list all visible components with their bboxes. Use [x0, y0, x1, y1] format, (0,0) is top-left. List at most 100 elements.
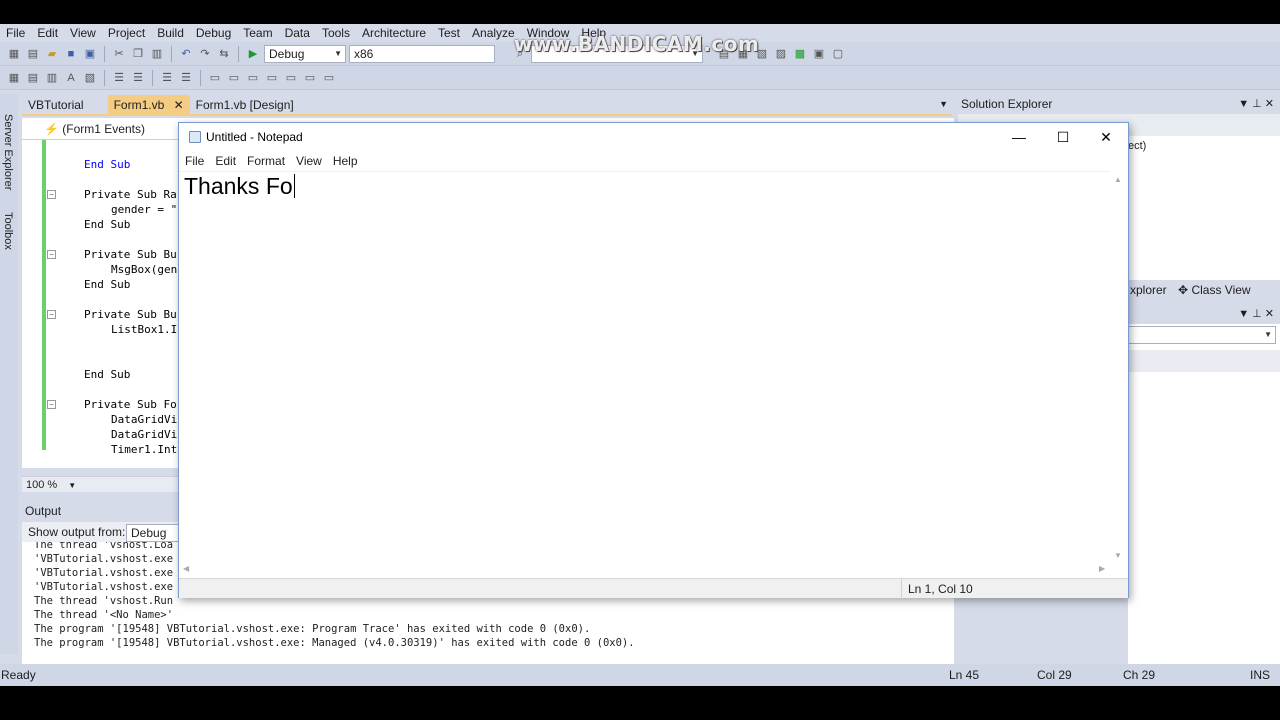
- indent-icon[interactable]: ☰: [130, 70, 146, 86]
- menu-team[interactable]: Team: [237, 26, 278, 40]
- notepad-status-bar: Ln 1, Col 10: [179, 578, 1128, 599]
- start-debugging-icon[interactable]: ▶: [245, 46, 261, 62]
- notepad-window: Untitled - Notepad — ☐ ✕ File Edit Forma…: [178, 122, 1129, 599]
- solution-explorer-title: Solution Explorer ▼ ⊥ ✕: [958, 94, 1280, 114]
- menu-test[interactable]: Test: [432, 26, 466, 40]
- toolbar-icon[interactable]: ▢: [830, 46, 846, 62]
- collapse-icon[interactable]: −: [47, 250, 56, 259]
- toolbar-separator: [152, 69, 153, 86]
- menu-view[interactable]: View: [64, 26, 102, 40]
- bookmark-toggle-icon[interactable]: ▭: [302, 70, 318, 86]
- toolbar-icon[interactable]: ▩: [792, 46, 808, 62]
- new-project-icon[interactable]: ▦: [6, 46, 22, 62]
- chevron-down-icon: ▼: [334, 48, 342, 58]
- toolbar-icon[interactable]: ▣: [811, 46, 827, 62]
- tab-class-view[interactable]: Class View: [1191, 283, 1250, 297]
- bookmark-clear-icon[interactable]: ▭: [283, 70, 299, 86]
- status-ready: Ready: [1, 668, 36, 682]
- collapse-icon[interactable]: −: [47, 310, 56, 319]
- explorer-tab-strip: xplorer ✥ Class View: [1128, 280, 1280, 300]
- notepad-menu-view[interactable]: View: [296, 154, 329, 168]
- cursor-position: Ln 1, Col 10: [901, 579, 973, 599]
- toolbar-icon[interactable]: ▨: [773, 46, 789, 62]
- properties-object-select[interactable]: ▼: [1128, 326, 1276, 344]
- toolbar-icon[interactable]: ▥: [44, 70, 60, 86]
- menu-file[interactable]: File: [0, 26, 31, 40]
- solution-platform-select[interactable]: x86: [349, 44, 495, 63]
- menu-debug[interactable]: Debug: [190, 26, 237, 40]
- code-line: MsgBox(gen: [111, 263, 178, 276]
- code-line: gender = ": [111, 203, 178, 216]
- menu-project[interactable]: Project: [102, 26, 151, 40]
- notepad-menu-help[interactable]: Help: [333, 154, 365, 168]
- add-item-icon[interactable]: ▤: [25, 46, 41, 62]
- scroll-left-icon[interactable]: ◀: [183, 564, 189, 573]
- toolbar-icon[interactable]: ▤: [25, 70, 41, 86]
- toolbar-icon[interactable]: A: [63, 70, 79, 86]
- panel-buttons[interactable]: ▼ ⊥ ✕: [1238, 304, 1274, 324]
- comment-icon[interactable]: ☰: [159, 70, 175, 86]
- chevron-down-icon[interactable]: ▼: [939, 99, 948, 109]
- notepad-vertical-scrollbar[interactable]: ▲ ▼: [1110, 171, 1127, 565]
- zoom-value: 100 %: [26, 479, 58, 491]
- scroll-down-icon[interactable]: ▼: [1114, 551, 1122, 560]
- bookmark-prev-icon[interactable]: ▭: [226, 70, 242, 86]
- redo-icon[interactable]: ↷: [197, 46, 213, 62]
- output-line: The program '[19548] VBTutorial.vshost.e…: [34, 623, 591, 635]
- code-line: Private Sub Fo: [84, 398, 177, 411]
- toolbar-icon[interactable]: ▧: [82, 70, 98, 86]
- code-line: DataGridVi: [111, 413, 178, 426]
- notepad-menu-file[interactable]: File: [185, 154, 211, 168]
- close-button[interactable]: ✕: [1084, 123, 1128, 151]
- solution-tree-item[interactable]: ect): [1128, 140, 1146, 152]
- menu-build[interactable]: Build: [151, 26, 190, 40]
- tab-solution-explorer[interactable]: xplorer: [1130, 283, 1167, 297]
- server-explorer-tab[interactable]: Server Explorer: [2, 114, 14, 190]
- maximize-button[interactable]: ☐: [1041, 123, 1085, 151]
- panel-buttons[interactable]: ▼ ⊥ ✕: [1238, 94, 1274, 114]
- tab-form1-design[interactable]: Form1.vb [Design]: [190, 95, 300, 115]
- toolbar-icon[interactable]: ▦: [6, 70, 22, 86]
- notepad-text-area[interactable]: Thanks Fo: [179, 171, 1128, 565]
- outdent-icon[interactable]: ☰: [111, 70, 127, 86]
- save-icon[interactable]: ■: [63, 46, 79, 62]
- paste-icon[interactable]: ▥: [149, 46, 165, 62]
- notepad-titlebar[interactable]: Untitled - Notepad — ☐ ✕: [179, 123, 1128, 151]
- bookmark-list-icon[interactable]: ▭: [321, 70, 337, 86]
- scroll-up-icon[interactable]: ▲: [1114, 175, 1122, 184]
- menu-data[interactable]: Data: [279, 26, 316, 40]
- scroll-right-icon[interactable]: ▶: [1099, 564, 1105, 573]
- code-line: Private Sub Bu: [84, 308, 177, 321]
- tab-vbtutorial[interactable]: VBTutorial: [22, 95, 90, 115]
- collapse-icon[interactable]: −: [47, 400, 56, 409]
- notepad-menu-edit[interactable]: Edit: [215, 154, 243, 168]
- close-icon[interactable]: ✕: [174, 98, 184, 112]
- menu-architecture[interactable]: Architecture: [356, 26, 432, 40]
- menu-edit[interactable]: Edit: [31, 26, 64, 40]
- code-line: DataGridVi: [111, 428, 178, 441]
- open-file-icon[interactable]: ▰: [44, 46, 60, 62]
- minimize-button[interactable]: —: [997, 123, 1041, 151]
- bookmark-next-icon[interactable]: ▭: [245, 70, 261, 86]
- cut-icon[interactable]: ✂: [111, 46, 127, 62]
- solution-configuration-value: Debug: [269, 46, 305, 61]
- menu-analyze[interactable]: Analyze: [466, 26, 521, 40]
- notepad-menu-format[interactable]: Format: [247, 154, 292, 168]
- code-line: Timer1.Int: [111, 443, 178, 456]
- tab-form1-vb[interactable]: Form1.vb ✕: [107, 95, 190, 115]
- notepad-horizontal-scrollbar[interactable]: ◀ ▶: [179, 561, 1110, 578]
- save-all-icon[interactable]: ▣: [82, 46, 98, 62]
- navigate-icon[interactable]: ⇆: [216, 46, 232, 62]
- properties-panel: ▼ ⊥ ✕ ▼: [1128, 304, 1280, 674]
- status-char: Ch 29: [1123, 668, 1156, 682]
- solution-configuration-select[interactable]: Debug ▼: [264, 44, 346, 63]
- bookmark-folder-icon[interactable]: ▭: [264, 70, 280, 86]
- toolbox-tab[interactable]: Toolbox: [2, 212, 14, 250]
- menu-tools[interactable]: Tools: [316, 26, 356, 40]
- uncomment-icon[interactable]: ☰: [178, 70, 194, 86]
- status-insert-mode: INS: [1250, 668, 1271, 682]
- undo-icon[interactable]: ↶: [178, 46, 194, 62]
- copy-icon[interactable]: ❐: [130, 46, 146, 62]
- collapse-icon[interactable]: −: [47, 190, 56, 199]
- bookmark-icon[interactable]: ▭: [207, 70, 223, 86]
